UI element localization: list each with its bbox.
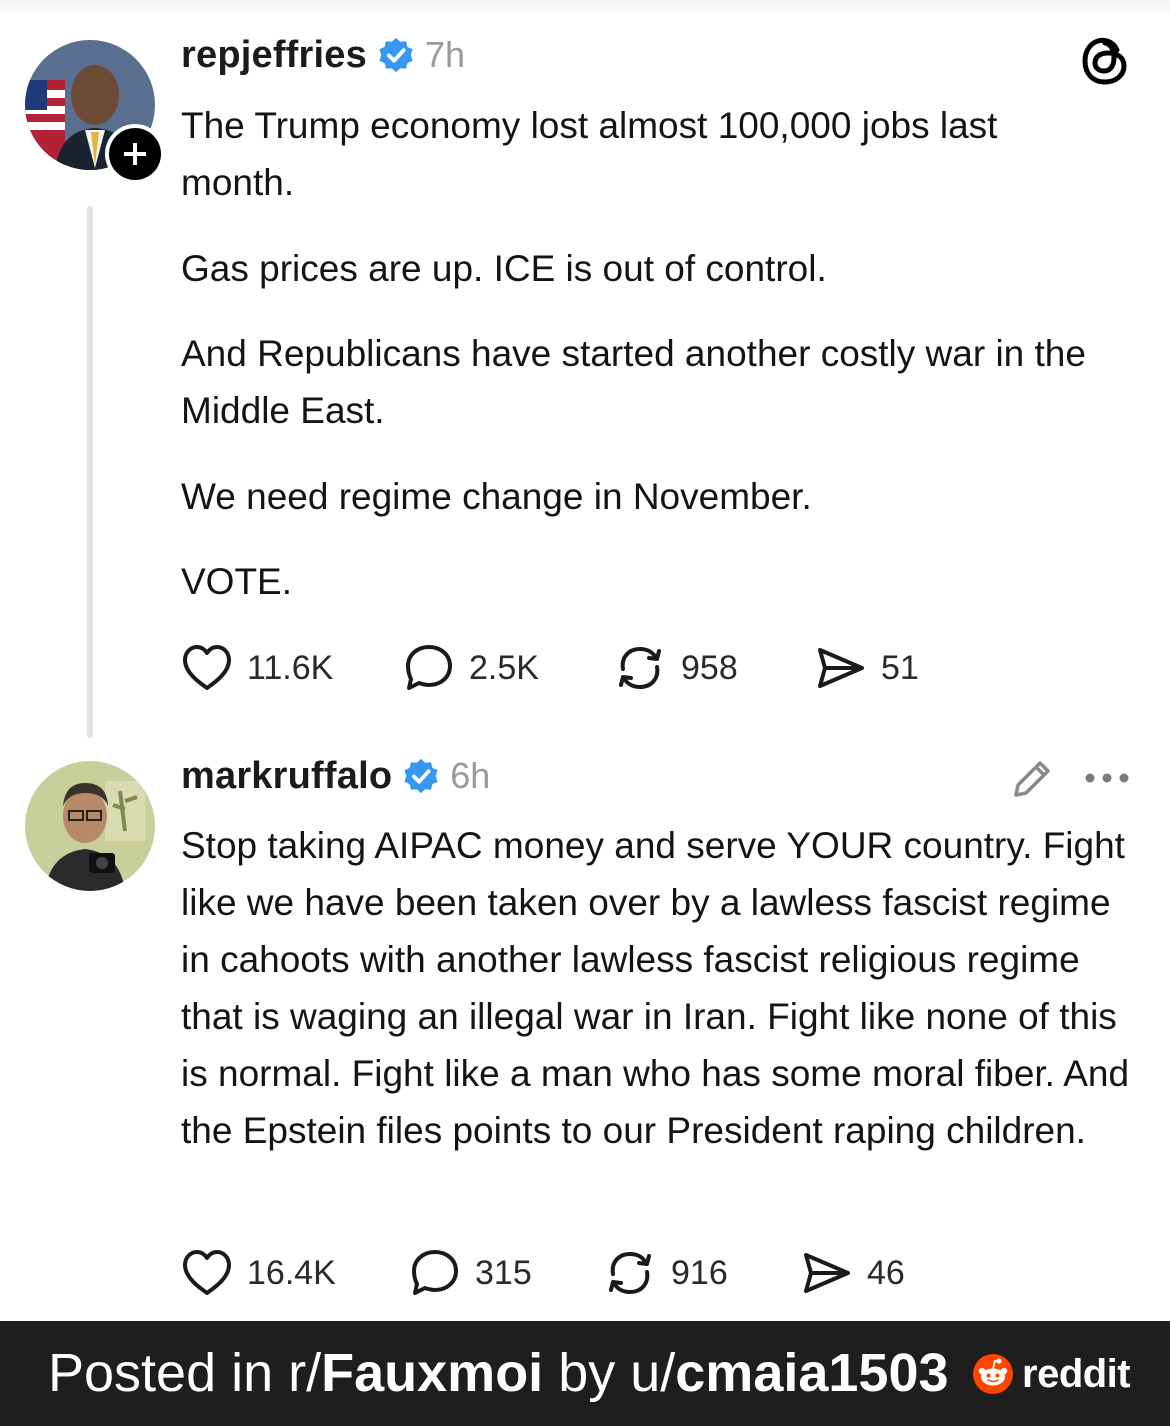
more-options-icon[interactable] — [1083, 766, 1133, 795]
posted-in-caption: Posted in r/Fauxmoi by u/cmaia1503 — [48, 1320, 949, 1426]
edit-pencil-icon[interactable] — [1008, 755, 1056, 808]
like-count: 11.6K — [247, 648, 334, 687]
top-fade — [0, 0, 1170, 18]
comment-icon — [406, 645, 452, 690]
post-actions: 16.4K 315 916 46 — [181, 1243, 981, 1303]
post-paragraph: Gas prices are up. ICE is out of control… — [181, 248, 827, 289]
repost-icon — [619, 646, 661, 690]
repost-count: 958 — [681, 648, 738, 687]
share-count: 51 — [881, 648, 919, 687]
comment-icon — [412, 1250, 458, 1295]
post-body: Stop taking AIPAC money and serve YOUR c… — [181, 817, 1141, 1159]
reply-count: 315 — [475, 1253, 532, 1292]
follow-button[interactable] — [105, 124, 165, 184]
like-button[interactable]: 16.4K — [181, 1243, 336, 1303]
verified-icon — [402, 757, 440, 795]
post-paragraph: We need regime change in November. — [181, 476, 812, 517]
share-button[interactable]: 51 — [815, 638, 919, 698]
share-button[interactable]: 46 — [801, 1243, 905, 1303]
post-paragraph: VOTE. — [181, 561, 293, 602]
reply-button[interactable]: 315 — [409, 1243, 532, 1303]
caption-prefix: Posted in r/ — [48, 1343, 322, 1403]
post-paragraph: And Republicans have started another cos… — [181, 333, 1086, 431]
post-paragraph: Stop taking AIPAC money and serve YOUR c… — [181, 825, 1130, 1151]
reply-button[interactable]: 2.5K — [403, 638, 539, 698]
avatar-markruffalo[interactable] — [25, 761, 155, 891]
post-paragraph: The Trump economy lost almost 100,000 jo… — [181, 105, 998, 203]
heart-icon — [183, 645, 231, 690]
repost-button[interactable]: 916 — [603, 1243, 728, 1303]
share-icon — [818, 648, 864, 688]
like-button[interactable]: 11.6K — [181, 638, 333, 698]
like-count: 16.4K — [247, 1253, 336, 1292]
repost-count: 916 — [671, 1253, 728, 1292]
reddit-snoo-icon — [973, 1354, 1013, 1394]
post-body: The Trump economy lost almost 100,000 jo… — [181, 97, 1141, 610]
repost-icon — [609, 1251, 651, 1295]
caption-middle: by u/ — [543, 1343, 676, 1403]
reddit-logo: reddit — [972, 1350, 1131, 1398]
heart-icon — [183, 1250, 231, 1295]
verified-icon — [377, 36, 415, 74]
repost-button[interactable]: 958 — [613, 638, 738, 698]
share-count: 46 — [867, 1253, 905, 1292]
reply-count: 2.5K — [469, 648, 539, 687]
share-icon — [804, 1253, 850, 1293]
user-link[interactable]: cmaia1503 — [675, 1342, 948, 1404]
username[interactable]: repjeffries — [181, 34, 367, 77]
subreddit-link[interactable]: Fauxmoi — [321, 1342, 543, 1404]
thread-line — [87, 206, 93, 738]
post-header: repjeffries 7h — [181, 30, 465, 80]
post-time: 7h — [424, 34, 465, 75]
post-header: markruffalo 6h — [181, 751, 490, 801]
username[interactable]: markruffalo — [181, 755, 392, 798]
post-time: 6h — [450, 755, 491, 796]
post-actions: 11.6K 2.5K 958 51 — [181, 638, 981, 698]
threads-icon[interactable] — [1080, 33, 1130, 92]
reddit-wordmark: reddit — [1022, 1351, 1131, 1396]
plus-icon — [109, 128, 161, 180]
